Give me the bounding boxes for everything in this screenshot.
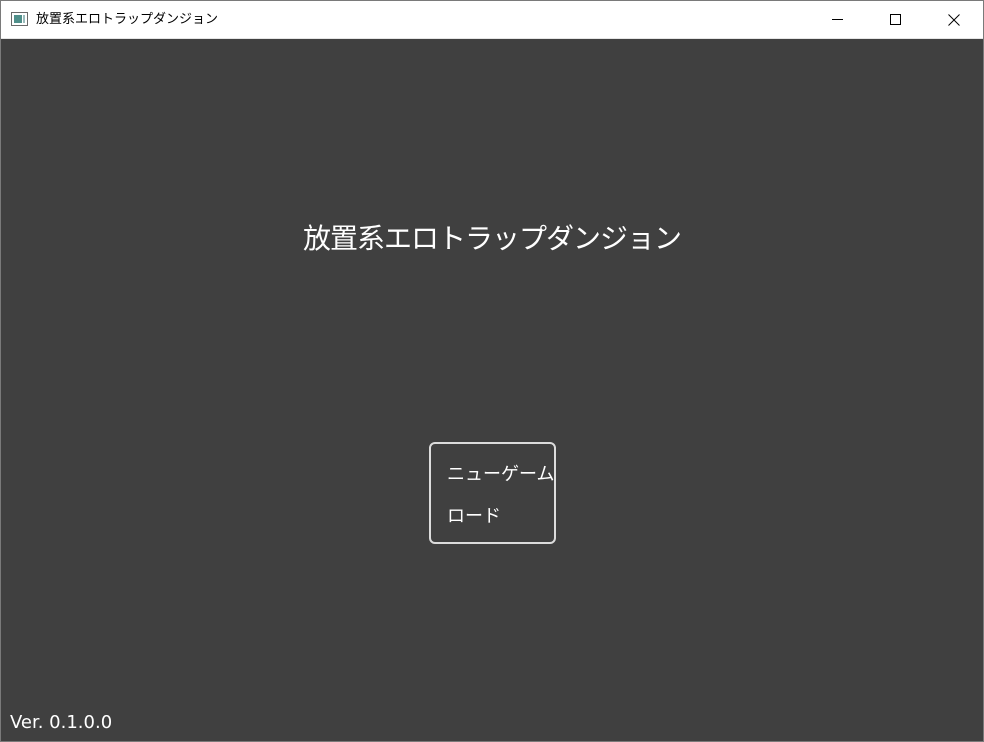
close-button[interactable] <box>925 1 983 38</box>
app-window-icon <box>11 12 28 26</box>
maximize-button[interactable] <box>867 1 925 38</box>
game-screen: 放置系エロトラップダンジョン ニューゲーム ロード Ver. 0.1.0.0 <box>1 39 983 741</box>
version-label: Ver. 0.1.0.0 <box>10 712 113 733</box>
title-bar[interactable]: 放置系エロトラップダンジョン <box>1 1 983 39</box>
app-icon-pane <box>14 15 22 23</box>
app-icon-pane-right <box>23 15 25 23</box>
load-button[interactable]: ロード <box>447 505 501 529</box>
minimize-icon <box>832 19 843 20</box>
minimize-button[interactable] <box>809 1 867 38</box>
window-title: 放置系エロトラップダンジョン <box>36 12 219 27</box>
main-menu: ニューゲーム ロード <box>429 442 556 544</box>
maximize-icon <box>890 14 901 25</box>
game-title: 放置系エロトラップダンジョン <box>302 222 682 255</box>
new-game-button[interactable]: ニューゲーム <box>447 463 554 487</box>
close-icon <box>948 14 960 26</box>
app-window: 放置系エロトラップダンジョン 放置系エロトラップダンジョン ニューゲーム ロード… <box>0 0 984 742</box>
